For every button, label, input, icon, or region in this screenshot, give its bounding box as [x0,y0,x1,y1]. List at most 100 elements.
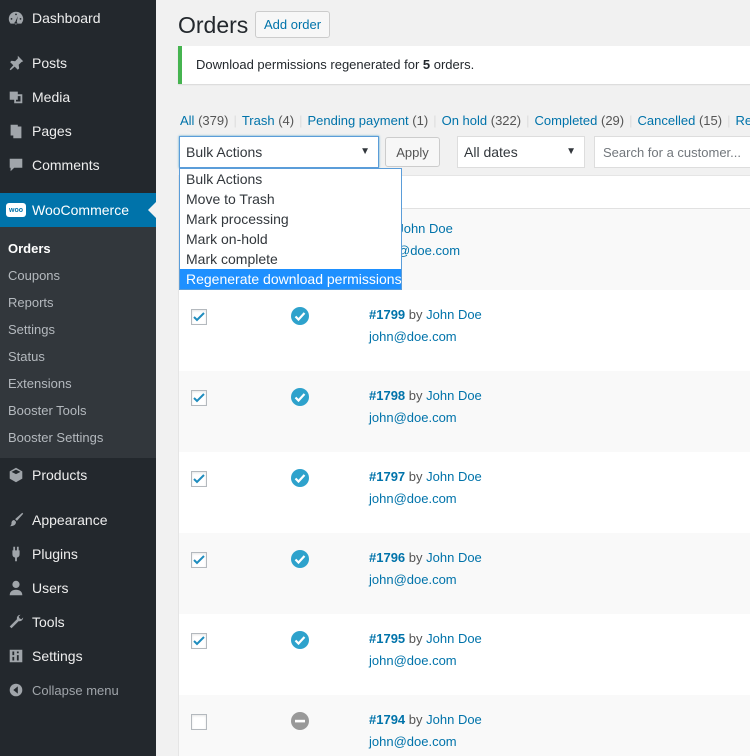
row-checkbox[interactable] [191,714,207,730]
customer-name[interactable]: John Doe [426,550,482,565]
customer-name[interactable]: John Doe [426,631,482,646]
notice-suffix: orders. [430,57,475,72]
customer-name[interactable]: John Doe [397,221,453,236]
menu-pages[interactable]: Pages [0,114,156,148]
date-filter-value: All dates [464,144,518,160]
checkmark-icon [193,474,205,484]
menu-media[interactable]: Media [0,80,156,114]
order-number[interactable]: #1794 [369,712,405,727]
brush-icon [6,510,26,530]
customer-name[interactable]: John Doe [426,712,482,727]
filter-cancelled[interactable]: Cancelled (15) [638,113,723,128]
menu-tools[interactable]: Tools [0,605,156,639]
submenu-booster-tools[interactable]: Booster Tools [8,403,87,418]
collapse-menu[interactable]: Collapse menu [0,673,156,707]
customer-name[interactable]: John Doe [426,469,482,484]
order-title: #1797 by John Doe [369,469,482,484]
date-filter-select[interactable]: All dates ▼ [457,136,585,168]
order-email[interactable]: @doe.com [397,243,460,258]
filter-refunded[interactable]: Re [735,113,750,128]
filter-on-hold[interactable]: On hold (322) [442,113,522,128]
order-title: #1798 by John Doe [369,388,482,403]
customer-name[interactable]: John Doe [426,307,482,322]
submenu-coupons[interactable]: Coupons [8,268,60,283]
menu-label: Dashboard [32,10,101,26]
bulk-actions-select[interactable]: Bulk Actions ▼ [179,136,379,168]
customer-name[interactable]: John Doe [426,388,482,403]
status-filters: All (379) | Trash (4) | Pending payment (1) |… [180,113,750,128]
menu-label: Plugins [32,546,78,562]
option-bulk-actions[interactable]: Bulk Actions [180,169,401,189]
customer-search-input[interactable] [594,136,750,168]
row-checkbox[interactable] [191,633,207,649]
page-title: Orders [178,12,249,38]
filter-pending[interactable]: Pending payment (1) [307,113,428,128]
order-email[interactable]: john@doe.com [369,410,457,425]
checkmark-icon [193,555,205,565]
menu-label: Settings [32,648,83,664]
submenu-status[interactable]: Status [8,349,45,364]
menu-label: Users [32,580,69,596]
status-completed-icon [291,550,309,568]
menu-settings[interactable]: Settings [0,639,156,673]
order-number[interactable]: #1797 [369,469,405,484]
table-row: #1796 by John Doe john@doe.com [179,533,750,614]
woo-badge: woo [6,203,26,217]
submenu-reports[interactable]: Reports [8,295,54,310]
filter-trash[interactable]: Trash (4) [242,113,294,128]
menu-plugins[interactable]: Plugins [0,537,156,571]
table-row: #1798 by John Doe john@doe.com [179,371,750,452]
status-completed-icon [291,388,309,406]
submenu-extensions[interactable]: Extensions [8,376,72,391]
order-number[interactable]: #1798 [369,388,405,403]
menu-label: Comments [32,157,100,173]
row-checkbox[interactable] [191,471,207,487]
menu-label: Media [32,89,71,105]
submenu-settings[interactable]: Settings [8,322,55,337]
success-notice: Download permissions regenerated for 5 o… [178,46,750,84]
dropdown-arrow-icon: ▼ [566,146,576,157]
option-mark-complete[interactable]: Mark complete [180,249,401,269]
box-icon [6,465,26,485]
option-mark-on-hold[interactable]: Mark on-hold [180,229,401,249]
menu-posts[interactable]: Posts [0,46,156,80]
menu-users[interactable]: Users [0,571,156,605]
option-mark-processing[interactable]: Mark processing [180,209,401,229]
order-number[interactable]: #1799 [369,307,405,322]
order-email[interactable]: john@doe.com [369,572,457,587]
filter-completed[interactable]: Completed (29) [535,113,625,128]
filter-all[interactable]: All (379) [180,113,228,128]
option-move-to-trash[interactable]: Move to Trash [180,189,401,209]
status-completed-icon [291,631,309,649]
row-checkbox[interactable] [191,309,207,325]
bulk-actions-dropdown: Bulk Actions Move to Trash Mark processi… [179,168,402,290]
order-title: #1796 by John Doe [369,550,482,565]
add-order-button[interactable]: Add order [255,11,331,38]
submenu-booster-settings[interactable]: Booster Settings [8,430,103,445]
menu-appearance[interactable]: Appearance [0,503,156,537]
admin-sidebar: Dashboard Posts Media Pages Comments woo… [0,0,156,756]
order-number[interactable]: #1796 [369,550,405,565]
order-email[interactable]: john@doe.com [369,491,457,506]
order-email[interactable]: john@doe.com [369,329,457,344]
menu-woocommerce[interactable]: woo WooCommerce [0,193,156,227]
menu-dashboard[interactable]: Dashboard [0,1,156,35]
submenu-orders[interactable]: Orders [8,241,51,256]
row-checkbox[interactable] [191,390,207,406]
option-regenerate-download-permissions[interactable]: Regenerate download permissions [180,269,402,289]
woo-icon: woo [6,200,26,220]
row-checkbox[interactable] [191,552,207,568]
comment-icon [6,155,26,175]
order-title: #1794 by John Doe [369,712,482,727]
order-number[interactable]: #1795 [369,631,405,646]
checkmark-icon [193,393,205,403]
apply-button[interactable]: Apply [385,137,440,167]
menu-comments[interactable]: Comments [0,148,156,182]
order-email[interactable]: john@doe.com [369,653,457,668]
checkmark-icon [193,312,205,322]
menu-products[interactable]: Products [0,458,156,492]
menu-label: Appearance [32,512,108,528]
table-row: #1799 by John Doe john@doe.com [179,290,750,371]
order-email[interactable]: john@doe.com [369,734,457,749]
plug-icon [6,544,26,564]
